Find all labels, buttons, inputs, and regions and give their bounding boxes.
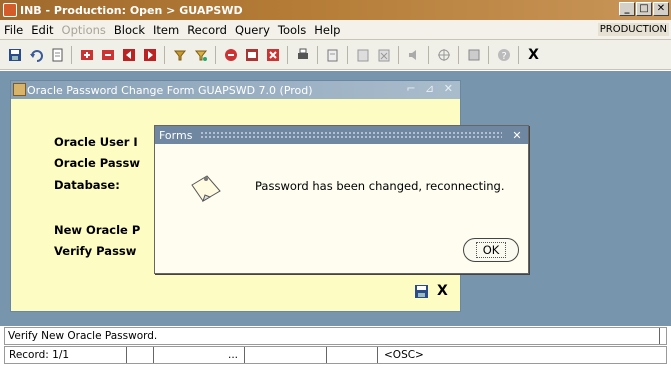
- dialog-title: Forms: [159, 128, 193, 142]
- form-close-icon[interactable]: X: [437, 283, 448, 299]
- form-icon: [13, 83, 26, 96]
- save-icon[interactable]: [6, 46, 23, 63]
- status-ellipsis: ...: [228, 349, 239, 361]
- duplicate-icon[interactable]: [375, 46, 392, 63]
- app-icon: [3, 3, 17, 17]
- note-icon: [189, 173, 223, 203]
- status-hint: Verify New Oracle Password.: [8, 330, 158, 342]
- menu-item[interactable]: Item: [149, 23, 183, 37]
- menu-query[interactable]: Query: [231, 23, 274, 37]
- menu-options[interactable]: Options: [58, 23, 110, 37]
- help-book-icon[interactable]: [465, 46, 482, 63]
- status-divider: [659, 328, 660, 344]
- verify-password-label: Verify Passw: [54, 244, 137, 258]
- form-titlebar: Oracle Password Change Form GUAPSWD 7.0 …: [11, 81, 460, 99]
- cancel-query-icon[interactable]: [243, 46, 260, 63]
- new-oracle-password-label: New Oracle P: [54, 223, 141, 237]
- previous-block-icon[interactable]: [120, 46, 137, 63]
- maximize-button[interactable]: □: [636, 2, 652, 16]
- close-icon[interactable]: X: [525, 46, 542, 63]
- oracle-user-id-label: Oracle User I: [54, 135, 138, 149]
- environment-label: PRODUCTION: [597, 23, 669, 36]
- menu-file[interactable]: File: [0, 23, 27, 37]
- menu-record[interactable]: Record: [183, 23, 231, 37]
- remove-record-icon[interactable]: [99, 46, 116, 63]
- menu-help[interactable]: Help: [310, 23, 344, 37]
- document-icon[interactable]: [48, 46, 65, 63]
- insert-record-icon[interactable]: [78, 46, 95, 63]
- window-titlebar: INB - Production: Open > GUAPSWD _ □ ✕: [0, 0, 671, 20]
- next-block-icon[interactable]: [141, 46, 158, 63]
- help-icon[interactable]: ?: [495, 46, 512, 63]
- window-title: INB - Production: Open > GUAPSWD: [20, 3, 243, 17]
- rollback-icon[interactable]: [27, 46, 44, 63]
- execute-query-icon[interactable]: [192, 46, 209, 63]
- print-icon[interactable]: [294, 46, 311, 63]
- osc-indicator: <OSC>: [384, 349, 424, 361]
- form-save-icon[interactable]: [414, 284, 430, 300]
- clear-record-icon[interactable]: [264, 46, 281, 63]
- copy-icon[interactable]: [324, 46, 341, 63]
- close-window-button[interactable]: ✕: [653, 2, 669, 16]
- menu-block[interactable]: Block: [110, 23, 149, 37]
- status-record-bar: Record: 1/1 ... <OSC>: [4, 346, 667, 364]
- menu-bar: File Edit Options Block Item Record Quer…: [0, 20, 671, 40]
- ok-button[interactable]: OK: [463, 238, 519, 262]
- enter-query-icon[interactable]: [171, 46, 188, 63]
- dialog-close-icon[interactable]: ✕: [510, 129, 524, 142]
- record-indicator: Record: 1/1: [9, 349, 70, 361]
- exit-icon[interactable]: [222, 46, 239, 63]
- menu-edit[interactable]: Edit: [27, 23, 57, 37]
- paste-icon[interactable]: [354, 46, 371, 63]
- forms-dialog: Forms ✕ Password has been changed, recon…: [154, 125, 529, 274]
- menu-tools[interactable]: Tools: [274, 23, 310, 37]
- minimize-button[interactable]: _: [619, 2, 635, 16]
- target-icon[interactable]: [435, 46, 452, 63]
- database-label: Database:: [54, 178, 120, 192]
- dialog-message: Password has been changed, reconnecting.: [255, 179, 505, 193]
- dialog-titlebar: Forms ✕: [155, 126, 528, 144]
- oracle-password-label: Oracle Passw: [54, 156, 140, 170]
- toolbar: ? X: [0, 40, 671, 70]
- speaker-icon[interactable]: [405, 46, 422, 63]
- ok-button-label: OK: [475, 242, 507, 258]
- status-hint-bar: Verify New Oracle Password.: [4, 327, 667, 345]
- svg-text:?: ?: [501, 51, 506, 62]
- form-title: Oracle Password Change Form GUAPSWD 7.0 …: [27, 83, 313, 97]
- form-window-controls[interactable]: ⌐ ⊿ ✕: [406, 82, 456, 95]
